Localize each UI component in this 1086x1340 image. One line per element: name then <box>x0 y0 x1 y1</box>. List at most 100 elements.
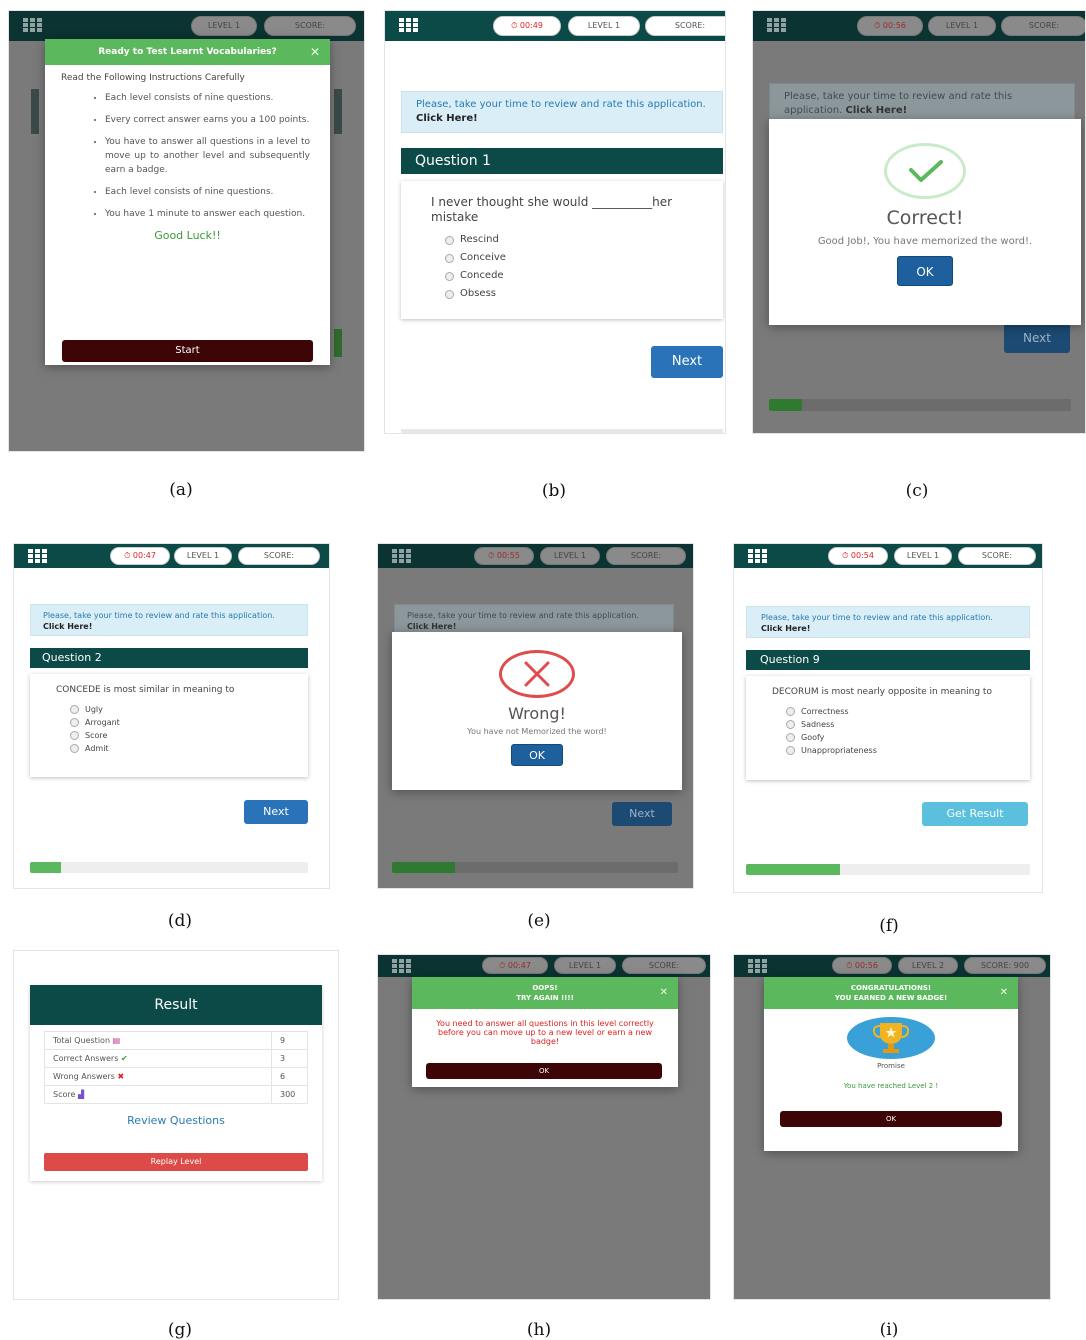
review-questions-link[interactable]: Review Questions <box>30 1114 322 1127</box>
table-row: Score ▟ 300 <box>44 1085 308 1104</box>
radio-button[interactable] <box>445 235 454 245</box>
option-label: Concede <box>460 270 504 281</box>
score-pill: SCORE: <box>264 16 356 36</box>
option-label: Sadness <box>801 720 835 729</box>
grid-menu-icon[interactable] <box>399 18 419 33</box>
start-button[interactable]: Start <box>62 340 313 362</box>
radio-button[interactable] <box>786 707 795 716</box>
result-card: Result Total Question ▤ 9 Correct Answers… <box>30 985 322 1181</box>
option-label: Arrogant <box>85 718 120 727</box>
question-card: DECORUM is most nearly opposite in meani… <box>746 676 1030 780</box>
ok-button[interactable]: OK <box>780 1111 1002 1127</box>
rate-app-banner[interactable]: Please, take your time to review and rat… <box>30 604 308 636</box>
progress-track <box>401 429 723 433</box>
badge-name: Promise <box>877 1062 905 1070</box>
next-button[interactable]: Next <box>244 800 308 824</box>
answer-option[interactable]: Score <box>70 729 282 742</box>
level-pill: LEVEL 1 <box>554 957 616 974</box>
level-pill: LEVEL 1 <box>540 547 600 565</box>
level-pill: LEVEL 2 <box>898 957 958 974</box>
answer-option[interactable]: Concede <box>445 267 693 285</box>
rate-app-link[interactable]: Click Here! <box>43 622 92 631</box>
timer-pill: ⏱ 00:54 <box>828 547 888 565</box>
modal-title: OOPS! <box>532 984 558 992</box>
answer-option[interactable]: Unappropriateness <box>786 744 1004 757</box>
answer-option[interactable]: Arrogant <box>70 716 282 729</box>
grid-menu-icon[interactable] <box>748 959 768 974</box>
close-icon[interactable]: ✕ <box>660 988 668 998</box>
answer-option[interactable]: Obsess <box>445 285 693 303</box>
answer-option[interactable]: Admit <box>70 742 282 755</box>
radio-button[interactable] <box>445 253 454 263</box>
radio-button[interactable] <box>445 289 454 299</box>
rate-app-link[interactable]: Click Here! <box>846 105 908 116</box>
instructions-modal: Ready to Test Learnt Vocabularies? ✕ Rea… <box>45 39 330 365</box>
grid-menu-icon[interactable] <box>392 959 412 974</box>
info-text: Please, take your time to review and rat… <box>416 99 706 110</box>
rate-app-banner[interactable]: Please, take your time to review and rat… <box>746 606 1030 638</box>
answer-option[interactable]: Conceive <box>445 249 693 267</box>
grid-menu-icon[interactable] <box>748 549 768 564</box>
rate-app-link[interactable]: Click Here! <box>407 622 456 631</box>
rate-app-banner[interactable]: Please, take your time to review and rat… <box>769 83 1075 123</box>
grid-menu-icon[interactable] <box>392 549 412 564</box>
x-circle-icon <box>499 650 575 698</box>
timer-value: 00:49 <box>519 21 543 30</box>
panel-b-screen: ⏱ 00:49 LEVEL 1 SCORE: Please, take your… <box>384 10 726 434</box>
grid-menu-icon[interactable] <box>28 549 48 564</box>
level-pill: LEVEL 1 <box>894 547 952 565</box>
close-icon[interactable]: ✕ <box>310 46 320 58</box>
radio-button[interactable] <box>786 746 795 755</box>
row-value: 300 <box>271 1085 308 1104</box>
top-bar: ⏱ 00:47 LEVEL 1 SCORE: <box>378 955 710 977</box>
result-message: Good Job!, You have memorized the word!. <box>817 236 1033 247</box>
progress-bar <box>769 399 1071 411</box>
rate-app-link[interactable]: Click Here! <box>416 113 478 124</box>
answer-option[interactable]: Ugly <box>70 703 282 716</box>
radio-button[interactable] <box>786 733 795 742</box>
rate-app-link[interactable]: Click Here! <box>761 624 810 633</box>
option-label: Ugly <box>85 705 103 714</box>
answer-option[interactable]: Correctness <box>786 705 1004 718</box>
radio-button[interactable] <box>70 731 79 740</box>
panel-d-screen: ⏱ 00:47 LEVEL 1 SCORE: Please, take your… <box>13 543 330 889</box>
next-button[interactable]: Next <box>612 802 672 826</box>
trophy-badge-icon <box>847 1017 935 1059</box>
answer-option[interactable]: Rescind <box>445 231 693 249</box>
grid-menu-icon[interactable] <box>767 18 787 33</box>
panel-a-screen: LEVEL 1 SCORE: Ready to Test Learnt Voca… <box>8 10 365 452</box>
ok-button[interactable]: OK <box>897 256 953 286</box>
rule-item: You have to answer all questions in a le… <box>105 135 310 177</box>
top-bar: LEVEL 1 SCORE: <box>9 11 364 41</box>
timer-value: 00:55 <box>496 551 520 560</box>
radio-button[interactable] <box>445 271 454 281</box>
question-card: CONCEDE is most similar in meaning to Ug… <box>30 674 308 777</box>
ok-button[interactable]: OK <box>426 1063 662 1079</box>
result-title: Correct! <box>886 207 964 229</box>
rules-list: Each level consists of nine questions. E… <box>105 91 310 221</box>
radio-button[interactable] <box>70 744 79 753</box>
next-button[interactable]: Next <box>1004 323 1070 353</box>
next-button[interactable]: Next <box>651 346 723 378</box>
radio-button[interactable] <box>70 705 79 714</box>
ok-button[interactable]: OK <box>511 744 563 766</box>
answer-option[interactable]: Goofy <box>786 731 1004 744</box>
grid-menu-icon[interactable] <box>23 18 43 33</box>
rate-app-banner[interactable]: Please, take your time to review and rat… <box>401 91 723 133</box>
progress-fill <box>392 862 455 873</box>
question-header: Question 2 <box>30 648 308 668</box>
replay-level-button[interactable]: Replay Level <box>44 1153 308 1171</box>
level-pill: LEVEL 1 <box>928 16 996 36</box>
radio-button[interactable] <box>70 718 79 727</box>
row-label: Total Question <box>53 1036 111 1045</box>
question-card: I never thought she would __________her … <box>401 181 723 319</box>
result-table-wrap: Total Question ▤ 9 Correct Answers ✔ 3 Wro… <box>30 1025 322 1104</box>
radio-button[interactable] <box>786 720 795 729</box>
answer-option[interactable]: Sadness <box>786 718 1004 731</box>
row-value: 3 <box>271 1049 308 1068</box>
get-result-button[interactable]: Get Result <box>922 802 1028 826</box>
close-icon[interactable]: ✕ <box>1000 988 1008 998</box>
row-value: 9 <box>271 1031 308 1050</box>
caption-h: (h) <box>526 1320 552 1340</box>
option-label: Unappropriateness <box>801 746 877 755</box>
